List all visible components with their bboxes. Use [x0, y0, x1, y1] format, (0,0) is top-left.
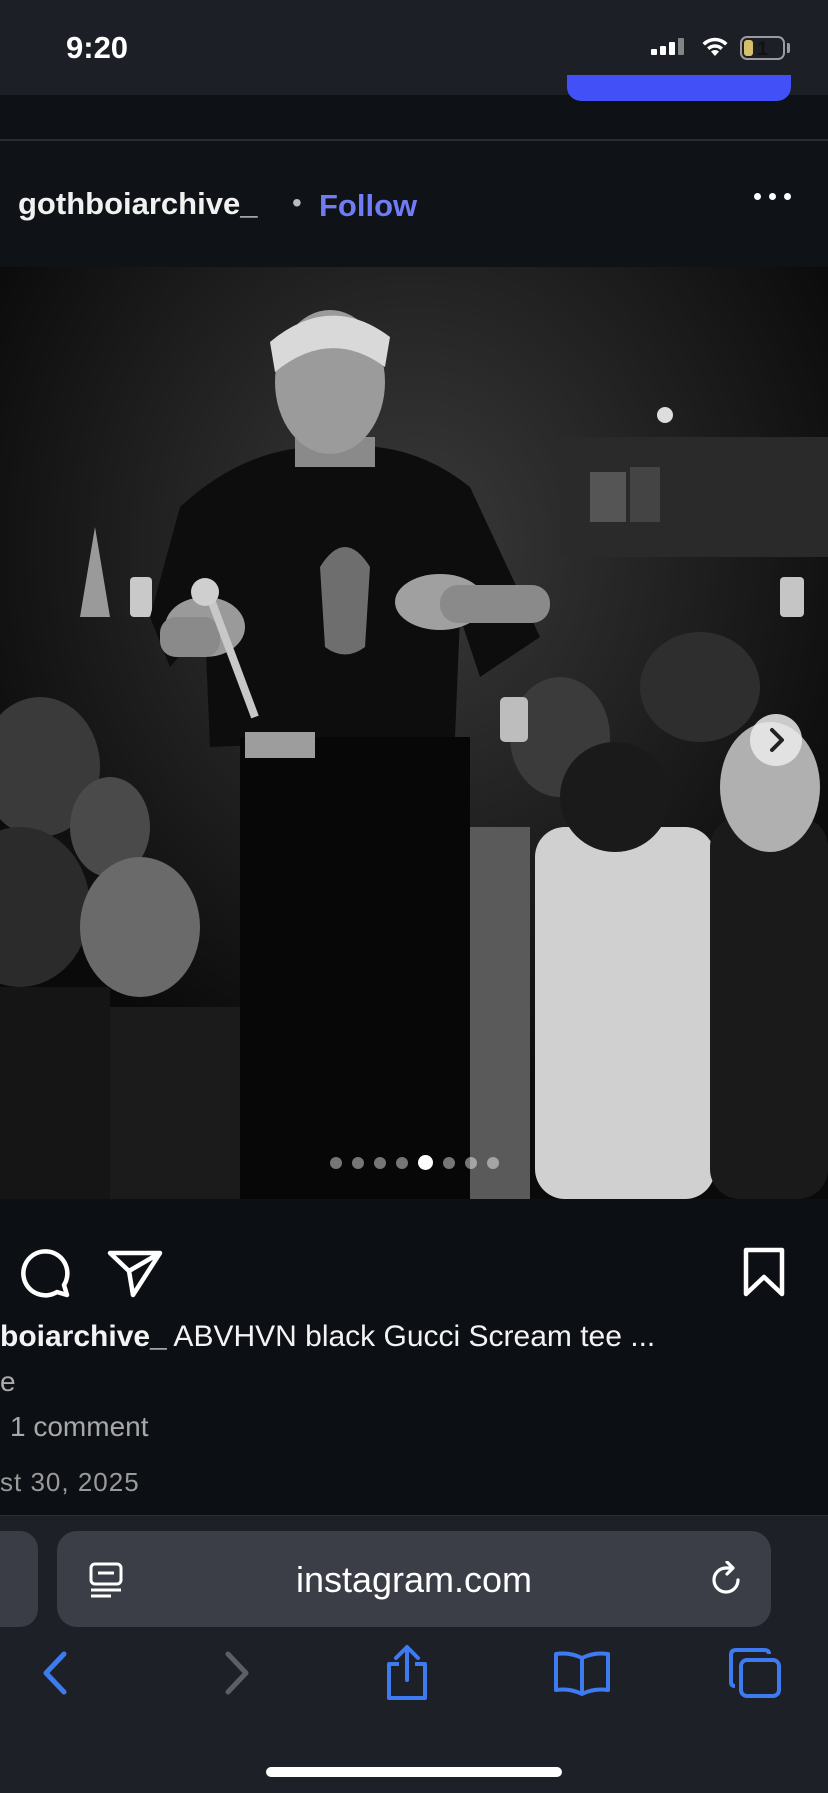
previous-tab-stub[interactable] [0, 1531, 38, 1627]
carousel-dot [464, 1157, 477, 1169]
previous-row-strip [0, 75, 828, 141]
forward-icon[interactable] [216, 1646, 256, 1705]
caption-text: ABVHVN black Gucci Scream tee ... [166, 1320, 656, 1353]
tabs-icon[interactable] [727, 1646, 783, 1705]
chevron-right-icon [770, 728, 784, 752]
carousel-dot [486, 1157, 499, 1169]
view-comments-link[interactable]: 1 comment [10, 1411, 149, 1443]
post-date: st 30, 2025 [0, 1467, 140, 1497]
bookmarks-icon[interactable] [552, 1650, 612, 1701]
carousel-dot [395, 1157, 408, 1169]
carousel-dot [442, 1157, 455, 1169]
status-time: 9:20 [66, 30, 129, 65]
back-icon[interactable] [36, 1646, 76, 1705]
cellular-signal-icon [651, 38, 687, 55]
carousel-dot [329, 1157, 342, 1169]
carousel-indicator [0, 1155, 828, 1175]
battery-icon: 1 [740, 36, 785, 60]
share-icon[interactable] [107, 1249, 163, 1304]
follow-button[interactable]: Follow [319, 188, 417, 224]
more-options-icon[interactable] [754, 193, 794, 205]
carousel-next-button[interactable] [750, 714, 802, 766]
post-username[interactable]: gothboiarchive_ [18, 186, 257, 222]
comment-icon[interactable] [18, 1246, 72, 1305]
address-bar[interactable]: instagram.com [57, 1531, 771, 1627]
home-indicator[interactable] [266, 1767, 562, 1777]
reload-icon[interactable] [707, 1560, 745, 1604]
carousel-dot [351, 1157, 364, 1169]
concert-photo-illustration [0, 267, 828, 1199]
caption-username[interactable]: boiarchive_ [0, 1320, 167, 1353]
cut-off-button[interactable] [567, 75, 791, 101]
carousel-dot [373, 1157, 386, 1169]
url-text[interactable]: instagram.com [57, 1559, 771, 1601]
post-photo[interactable] [0, 267, 828, 1199]
carousel-dot-active [417, 1155, 433, 1170]
post-footer: boiarchive_ ABVHVN black Gucci Scream te… [0, 1199, 828, 1517]
post-caption[interactable]: boiarchive_ ABVHVN black Gucci Scream te… [0, 1320, 655, 1354]
wifi-icon [700, 35, 730, 62]
header-separator: • [292, 187, 302, 218]
caption-second-line: e [0, 1366, 16, 1397]
bookmark-icon[interactable] [742, 1247, 786, 1302]
battery-level: 1 [757, 39, 768, 60]
battery-cap [787, 43, 790, 53]
post-header: gothboiarchive_ • Follow [0, 141, 828, 267]
browser-toolbar: instagram.com [0, 1515, 828, 1793]
share-sheet-icon[interactable] [383, 1644, 431, 1707]
